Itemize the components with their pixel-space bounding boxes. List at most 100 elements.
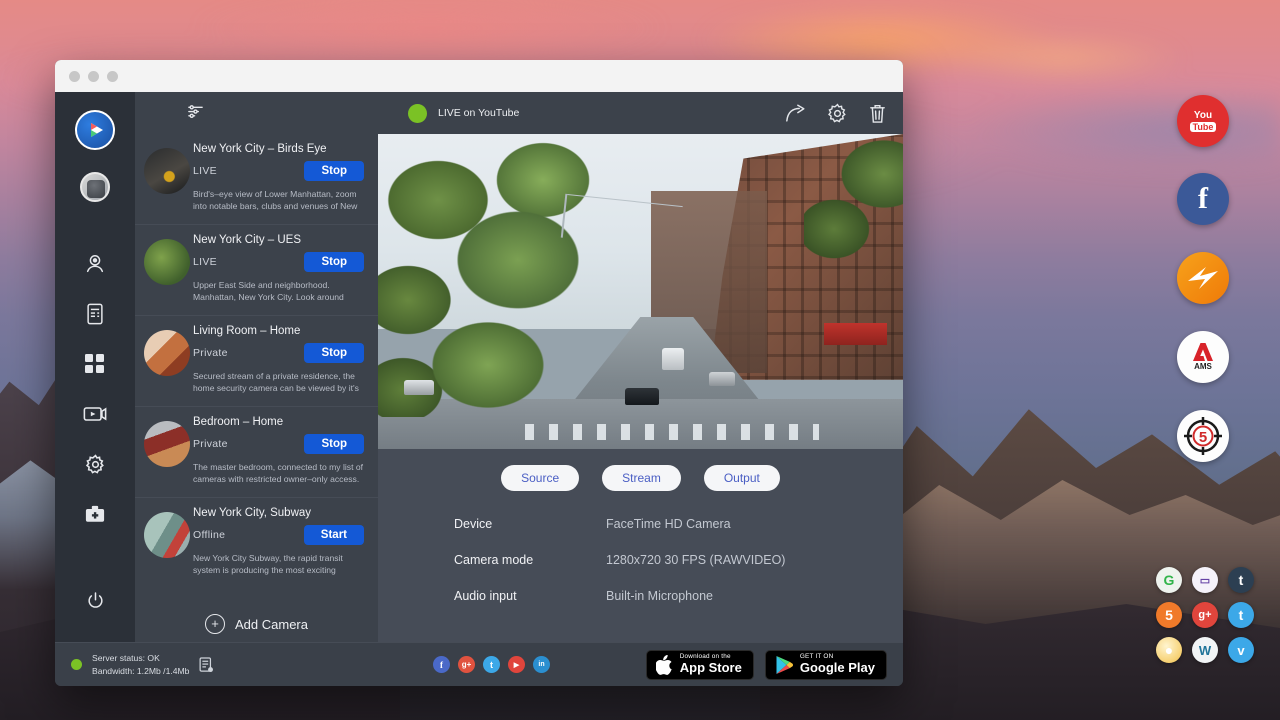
linkedin-glyph: in <box>538 661 544 668</box>
add-camera-button[interactable]: + Add Camera <box>135 588 378 634</box>
dock-icon-wowza[interactable] <box>1177 252 1229 304</box>
google-play-badge[interactable]: GET IT ON Google Play <box>765 650 887 680</box>
googleplus-glyph: g+ <box>1198 609 1211 621</box>
camera-action-button[interactable]: Stop <box>304 434 364 454</box>
social-links: f g+ t ▶ in <box>433 656 550 673</box>
desktop: You Tube f AMS 5 G ▭ t 5 g+ <box>0 0 1280 720</box>
twitch-glyph: ▭ <box>1200 574 1210 587</box>
video-car <box>404 380 434 395</box>
camera-action-button[interactable]: Start <box>304 525 364 545</box>
dock-icon-flickr[interactable]: ● <box>1156 637 1182 663</box>
dock-icon-wordpress[interactable]: W <box>1192 637 1218 663</box>
app-store-badge[interactable]: Download on the App Store <box>646 650 754 680</box>
camera-title: New York City – Birds Eye <box>193 143 368 155</box>
window-close-button[interactable] <box>69 71 80 82</box>
tab-stream[interactable]: Stream <box>602 465 681 491</box>
sidebar-item-settings[interactable] <box>75 444 115 484</box>
channel5-glyph: 5 <box>1165 607 1173 623</box>
log-button[interactable] <box>199 657 214 673</box>
sidebar-item-player[interactable] <box>75 394 115 434</box>
facebook-glyph: f <box>440 660 443 670</box>
window-maximize-button[interactable] <box>107 71 118 82</box>
camera-list-item[interactable]: Living Room – Home Private Stop Secured … <box>135 316 378 407</box>
first-aid-kit-icon <box>84 504 106 524</box>
dock-icon-tumblr[interactable]: t <box>1228 567 1254 593</box>
social-link-youtube[interactable]: ▶ <box>508 656 525 673</box>
video-preview[interactable] <box>378 134 903 449</box>
plus-circle-icon: + <box>205 614 225 634</box>
dock-icon-channel-five[interactable]: 5 <box>1177 410 1229 462</box>
dock-icon-googleplus[interactable]: g+ <box>1192 602 1218 628</box>
info-value[interactable]: 1280x720 30 FPS (RAWVIDEO) <box>606 553 785 567</box>
camera-list[interactable]: New York City – Birds Eye LIVE Stop Bird… <box>135 134 378 588</box>
sidebar-item-dashboard[interactable] <box>75 344 115 384</box>
camera-action-button[interactable]: Stop <box>304 252 364 272</box>
dock-small-grid: G ▭ t 5 g+ t ● W v <box>1156 567 1266 672</box>
live-status-group: LIVE on YouTube <box>408 104 519 123</box>
camera-list-item[interactable]: New York City, Subway Offline Start New … <box>135 498 378 588</box>
info-key: Camera mode <box>454 553 606 567</box>
camera-list-header <box>135 92 378 134</box>
camera-description: Bird's–eye view of Lower Manhattan, zoom… <box>193 188 368 214</box>
window-minimize-button[interactable] <box>88 71 99 82</box>
toolbar-settings-button[interactable] <box>827 103 848 124</box>
camera-action-button[interactable]: Stop <box>304 161 364 181</box>
social-link-facebook[interactable]: f <box>433 656 450 673</box>
device-info-table: Device FaceTime HD Camera Camera mode 12… <box>378 507 903 625</box>
wordpress-glyph: W <box>1199 643 1211 658</box>
info-value[interactable]: Built-in Microphone <box>606 589 713 603</box>
status-bar: Server status: OK Bandwidth: 1.2Mb /1.4M… <box>55 642 903 686</box>
dock-icon-twitter-small[interactable]: t <box>1228 602 1254 628</box>
video-awning <box>824 323 887 345</box>
sidebar-item-app-logo[interactable] <box>75 110 115 150</box>
google-play-text: GET IT ON Google Play <box>800 654 875 674</box>
camera-state: Private <box>193 438 228 450</box>
camera-action-button[interactable]: Stop <box>304 343 364 363</box>
facebook-logo-icon: f <box>1198 182 1208 216</box>
camera-list-item[interactable]: Bedroom – Home Private Stop The master b… <box>135 407 378 498</box>
social-link-linkedin[interactable]: in <box>533 656 550 673</box>
video-trees-left <box>378 140 610 417</box>
play-logo-icon <box>84 119 106 141</box>
tab-output[interactable]: Output <box>704 465 780 491</box>
camera-title: Living Room – Home <box>193 325 368 337</box>
dock-icon-adobe-ams[interactable]: AMS <box>1177 331 1229 383</box>
sidebar-item-toolkit[interactable] <box>75 494 115 534</box>
sidebar-item-power[interactable] <box>75 580 115 620</box>
info-row: Camera mode 1280x720 30 FPS (RAWVIDEO) <box>454 553 903 567</box>
camera-icon <box>84 253 106 275</box>
google-play-icon <box>775 655 793 675</box>
sidebar-rail <box>55 92 135 642</box>
dock-icon-facebook[interactable]: f <box>1177 173 1229 225</box>
add-camera-label: Add Camera <box>235 617 308 632</box>
sort-filter-button[interactable] <box>135 92 378 126</box>
camera-list-item[interactable]: New York City – Birds Eye LIVE Stop Bird… <box>135 134 378 225</box>
delete-button[interactable] <box>868 103 887 124</box>
sidebar-item-cameras[interactable] <box>75 244 115 284</box>
vimeo-glyph: v <box>1237 643 1244 658</box>
tab-source[interactable]: Source <box>501 465 579 491</box>
sidebar-item-devices[interactable] <box>75 294 115 334</box>
dock-icon-youtube[interactable]: You Tube <box>1177 95 1229 147</box>
window-titlebar <box>55 60 903 92</box>
info-value[interactable]: FaceTime HD Camera <box>606 517 731 531</box>
sidebar-item-user-avatar[interactable] <box>80 172 110 202</box>
share-arrow-icon <box>785 104 807 123</box>
app-store-bottom: App Store <box>680 661 742 675</box>
trash-icon <box>868 103 887 124</box>
dock-icon-twitch[interactable]: ▭ <box>1192 567 1218 593</box>
camera-thumbnail <box>144 330 190 376</box>
camera-description: New York City Subway, the rapid transit … <box>193 552 368 578</box>
social-link-google-plus[interactable]: g+ <box>458 656 475 673</box>
social-link-twitter[interactable]: t <box>483 656 500 673</box>
target-five-icon: 5 <box>1181 414 1225 458</box>
main-toolbar: LIVE on YouTube <box>378 92 903 134</box>
dock-icon-channel5-small[interactable]: 5 <box>1156 602 1182 628</box>
info-row: Audio input Built-in Microphone <box>454 589 903 603</box>
youtube-logo-icon: You Tube <box>1190 111 1217 132</box>
dock-icon-grammarly[interactable]: G <box>1156 567 1182 593</box>
share-button[interactable] <box>785 104 807 123</box>
info-key: Audio input <box>454 589 606 603</box>
dock-icon-vimeo[interactable]: v <box>1228 637 1254 663</box>
camera-list-item[interactable]: New York City – UES LIVE Stop Upper East… <box>135 225 378 316</box>
